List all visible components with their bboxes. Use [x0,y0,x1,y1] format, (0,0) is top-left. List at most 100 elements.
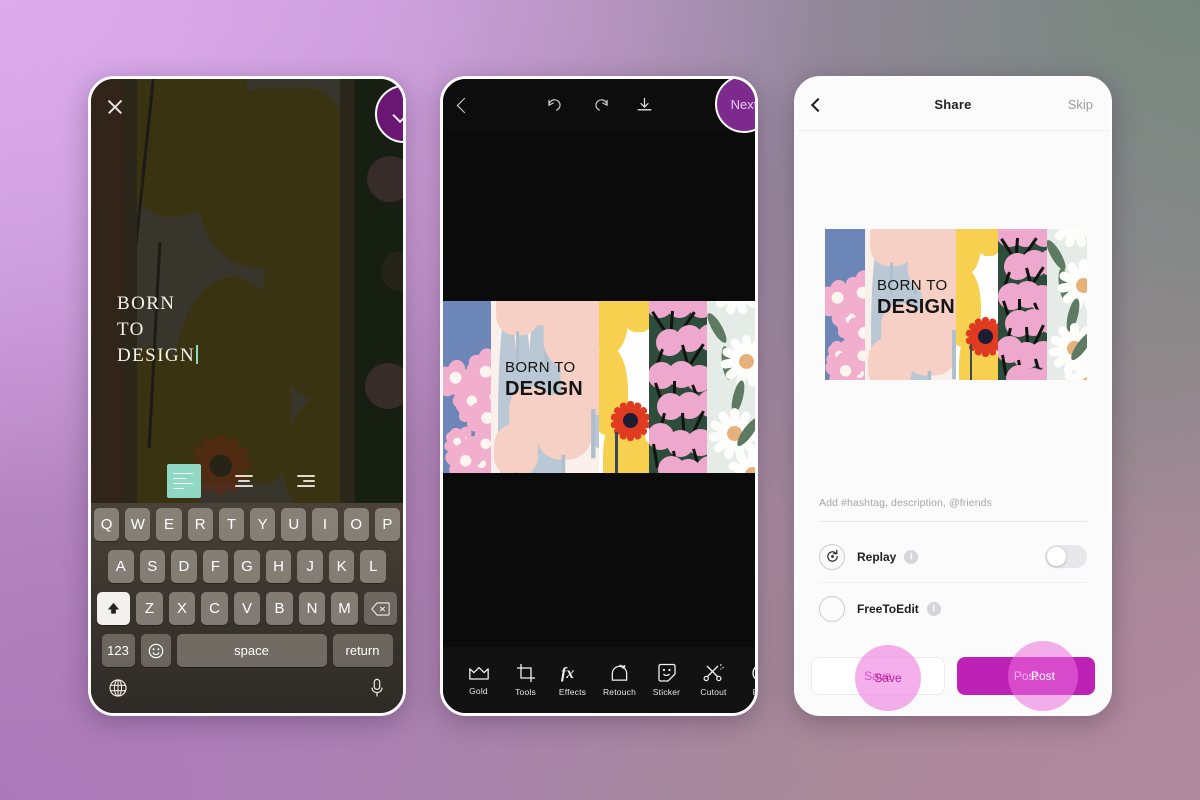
replay-icon[interactable] [819,543,845,570]
replay-label: Replay [857,549,897,564]
key-r[interactable]: R [187,508,213,541]
key-i[interactable]: I [312,508,338,541]
text-layer-value[interactable]: BORN TO DESIGN [117,291,199,368]
sunflower-stem [615,431,618,473]
hashtag-placeholder: Add #hashtag, description, @friends [819,497,992,509]
globe-icon[interactable] [108,678,128,702]
tool-label: Rec [737,687,755,697]
key-y[interactable]: Y [250,508,276,541]
key-n[interactable]: N [298,592,326,625]
phone-text-editor: BORN TO DESIGN QWERTYUIOP ASDFGHJKL Z X … [88,76,406,716]
return-key[interactable]: return [332,634,393,667]
tool-retouch[interactable]: Retouch [596,663,643,697]
align-center-button[interactable] [227,464,261,498]
key-g[interactable]: G [234,550,260,583]
key-w[interactable]: W [125,508,151,541]
tool-label: Gold [469,685,488,696]
tool-tools[interactable]: Tools [502,663,549,697]
align-right-button[interactable] [287,464,321,498]
panel-green-berries [649,301,707,473]
daisy-shape [1049,229,1087,248]
share-actions: Save Post [811,657,1095,695]
tool-gold[interactable]: Gold [455,665,502,696]
key-x[interactable]: X [168,592,196,625]
post-label: Post [1013,669,1038,683]
freetoedit-icon[interactable] [819,596,845,622]
key-c[interactable]: C [201,592,228,625]
keyboard-row-3: ZXCVBNM [94,592,400,625]
post-button[interactable]: Post [956,657,1095,695]
replay-toggle[interactable] [1045,545,1087,568]
sticker-icon [643,663,690,683]
key-a[interactable]: A [107,550,134,583]
save-label: Save [864,669,892,683]
key-f[interactable]: F [202,550,229,583]
tool-label: Effects [558,686,587,697]
tool-rec[interactable]: Rec [737,663,755,697]
tool-sticker[interactable]: Sticker [643,663,690,697]
tool-cutout[interactable]: Cutout [690,663,737,697]
tool-label: Cutout [700,687,727,697]
key-l[interactable]: L [360,550,387,583]
key-d[interactable]: D [171,550,197,583]
freetoedit-label: FreeToEdit [857,602,919,616]
headline-line-2: DESIGN [505,378,583,401]
close-icon[interactable] [101,93,129,121]
onscreen-keyboard[interactable]: QWERTYUIOP ASDFGHJKL ZXCVBNM 123 space r… [91,503,403,713]
editor-top-toolbar [443,79,755,131]
key-s[interactable]: S [139,550,166,583]
key-h[interactable]: H [265,550,292,583]
redo-icon[interactable] [591,97,610,114]
phone-share-screen: Share Skip BORN TO DESIGN Add #hashtag, … [794,76,1112,716]
share-header: Share Skip [797,79,1109,131]
key-o[interactable]: O [343,508,369,541]
text-caret [196,344,199,364]
tool-label: Sticker [652,687,681,697]
space-key[interactable]: space [176,634,327,667]
undo-icon[interactable] [546,97,565,114]
daisy-shape [719,335,755,388]
tool-effects[interactable]: fx Effects [549,664,596,697]
daisy-shape [1063,358,1087,380]
key-q[interactable]: Q [93,508,120,541]
next-label: Next [730,96,758,112]
delete-key[interactable] [363,592,397,625]
share-artwork-thumbnail[interactable]: BORN TO DESIGN [825,229,1087,380]
emoji-key[interactable] [140,634,171,667]
headline-line-1: BORN TO [505,359,576,376]
recent-icon [737,663,755,683]
editor-topbar [91,79,403,135]
key-k[interactable]: K [328,550,355,583]
numbers-key[interactable]: 123 [101,634,135,667]
key-v[interactable]: V [233,592,261,625]
headline-line-2: DESIGN [877,296,955,319]
hashtag-field[interactable]: Add #hashtag, description, @friends [819,497,1087,522]
info-icon[interactable]: i [904,549,919,564]
keyboard-row-1: QWERTYUIOP [93,508,401,541]
info-icon[interactable]: i [926,602,941,616]
retouch-icon [596,663,643,683]
freetoedit-option-row[interactable]: FreeToEdit i [819,583,1087,635]
key-z[interactable]: Z [136,592,163,625]
key-p[interactable]: P [374,508,401,541]
key-b[interactable]: B [266,592,293,625]
key-t[interactable]: T [218,508,244,541]
keyboard-row-4: 123 space return [94,634,400,667]
microphone-icon[interactable] [368,678,386,702]
replay-option-row[interactable]: Replay i [819,531,1087,583]
shift-key[interactable] [97,592,131,625]
key-j[interactable]: J [297,550,323,583]
align-left-button[interactable] [167,464,201,498]
keyboard-bottom-row [94,676,400,702]
artwork-collage [443,301,755,473]
save-button[interactable]: Save [811,657,945,695]
key-e[interactable]: E [156,508,182,541]
artwork-preview-large[interactable]: BORN TO DESIGN [443,301,755,473]
check-icon [392,99,403,124]
key-u[interactable]: U [281,508,307,541]
editor-canvas[interactable]: BORN TO DESIGN [91,79,403,509]
skip-button[interactable]: Skip [1068,97,1093,112]
download-icon[interactable] [636,97,653,114]
key-m[interactable]: M [331,592,358,625]
editor-tool-strip[interactable]: Gold Tools fx Effects Retouch Sticker Cutout Re… [443,647,755,713]
